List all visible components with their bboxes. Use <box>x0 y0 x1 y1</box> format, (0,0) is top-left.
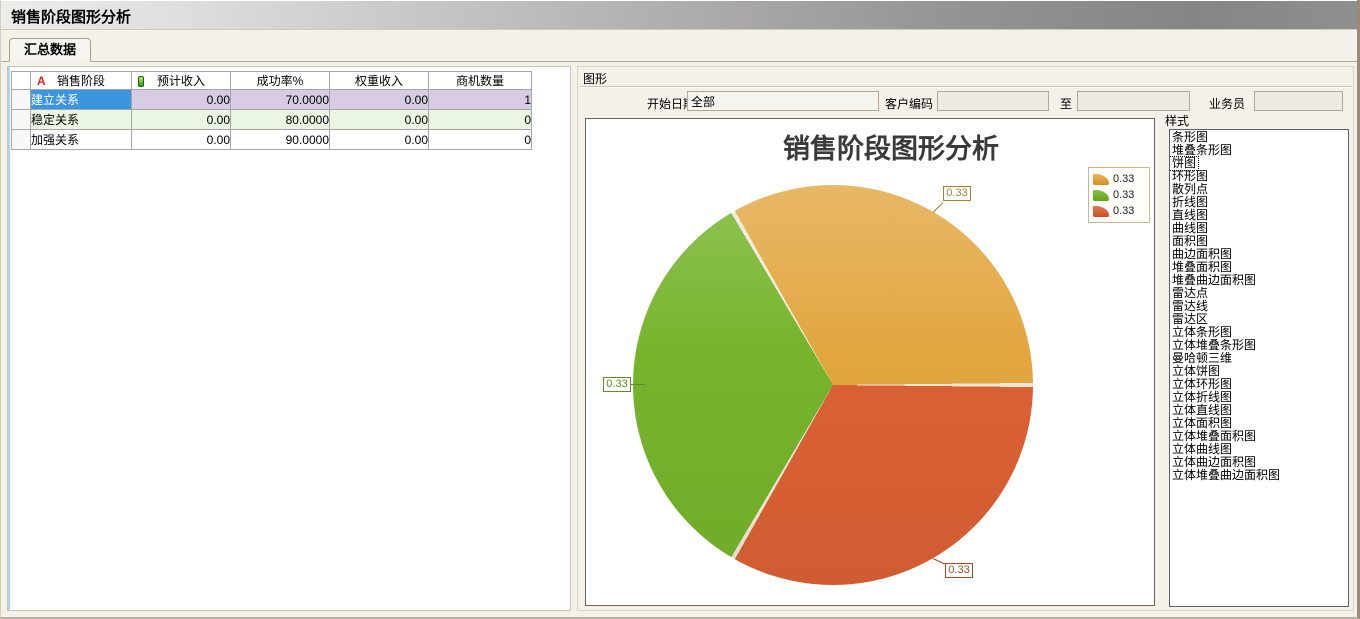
page-title: 销售阶段图形分析 <box>11 6 131 27</box>
table-row[interactable]: 建立关系 0.00 70.0000 0.00 1 <box>12 90 532 110</box>
row-indicator <box>12 90 31 110</box>
cell-stage-selected[interactable]: 建立关系 <box>31 90 132 110</box>
app-window: 销售阶段图形分析 汇总数据 A 销售阶段 预计收入 成功率% 权重收入 <box>0 0 1360 619</box>
column-header-expected[interactable]: 预计收入 <box>132 72 231 90</box>
legend-swatch-icon <box>1093 190 1109 201</box>
pie[interactable] <box>633 185 1033 585</box>
cell-expected[interactable]: 0.00 <box>132 90 231 110</box>
legend-value: 0.33 <box>1113 173 1134 185</box>
text-type-icon: A <box>37 74 46 88</box>
table-header-row: A 销售阶段 预计收入 成功率% 权重收入 商机数量 <box>12 72 532 90</box>
column-header-stage[interactable]: A 销售阶段 <box>31 72 132 90</box>
legend-swatch-icon <box>1093 174 1109 185</box>
sales-stage-table: A 销售阶段 预计收入 成功率% 权重收入 商机数量 <box>11 71 532 150</box>
row-indicator <box>12 110 31 130</box>
column-header-label: 成功率% <box>257 74 304 88</box>
chart-legend: 0.33 0.33 0.33 <box>1088 167 1150 223</box>
legend-value: 0.33 <box>1113 205 1134 217</box>
summary-grid-panel: A 销售阶段 预计收入 成功率% 权重收入 商机数量 <box>7 66 571 611</box>
cell-count[interactable]: 1 <box>429 90 532 110</box>
slice-value-callout: 0.33 <box>603 377 631 392</box>
column-header-label: 权重收入 <box>355 74 403 88</box>
column-header-label: 销售阶段 <box>57 74 105 88</box>
salesman-label: 业务员 <box>1209 95 1245 112</box>
row-indicator <box>12 130 31 150</box>
legend-item: 0.33 <box>1093 203 1145 219</box>
cell-weighted[interactable]: 0.00 <box>330 130 429 150</box>
legend-value: 0.33 <box>1113 189 1134 201</box>
group-separator <box>579 86 1352 88</box>
column-header-success[interactable]: 成功率% <box>231 72 330 90</box>
cell-weighted[interactable]: 0.00 <box>330 110 429 130</box>
cell-stage[interactable]: 稳定关系 <box>31 110 132 130</box>
start-date-input[interactable] <box>687 91 879 111</box>
cell-expected[interactable]: 0.00 <box>132 110 231 130</box>
style-list[interactable]: 条形图堆叠条形图饼图环形图散列点折线图直线图曲线图面积图曲边面积图堆叠面积图堆叠… <box>1169 129 1349 607</box>
cell-success[interactable]: 70.0000 <box>231 90 330 110</box>
legend-item: 0.33 <box>1093 187 1145 203</box>
tab-summary-data[interactable]: 汇总数据 <box>9 38 91 62</box>
to-label: 至 <box>1060 95 1072 112</box>
cell-weighted[interactable]: 0.00 <box>330 90 429 110</box>
column-header-label: 预计收入 <box>157 74 205 88</box>
chart-title: 销售阶段图形分析 <box>606 127 1155 166</box>
graph-group-label: 图形 <box>583 70 607 87</box>
cell-success[interactable]: 80.0000 <box>231 110 330 130</box>
cell-success[interactable]: 90.0000 <box>231 130 330 150</box>
legend-item: 0.33 <box>1093 171 1145 187</box>
graph-group-box: 图形 开始日期 客户编码 至 业务员 销售阶段图形分析 0.33 0.33 0.… <box>577 66 1354 611</box>
column-header-label: 商机数量 <box>456 74 504 88</box>
callout-connector <box>933 202 944 213</box>
cell-count[interactable]: 0 <box>429 130 532 150</box>
tab-strip-divider <box>1 61 1357 62</box>
style-group-label: 样式 <box>1165 112 1189 129</box>
callout-connector <box>933 558 945 564</box>
grid-left-edge <box>8 67 10 610</box>
column-header-weighted[interactable]: 权重收入 <box>330 72 429 90</box>
chart-canvas: 销售阶段图形分析 0.33 0.33 0.33 0.33 0.33 <box>585 118 1155 606</box>
legend-swatch-icon <box>1093 206 1109 217</box>
cell-count[interactable]: 0 <box>429 110 532 130</box>
slice-value-callout: 0.33 <box>943 186 971 201</box>
slice-value-callout: 0.33 <box>945 563 973 578</box>
pie-gloss <box>633 185 1033 585</box>
customer-code-from-input[interactable] <box>937 91 1049 111</box>
title-bar: 销售阶段图形分析 <box>1 0 1357 30</box>
style-option[interactable]: 立体堆叠曲边面积图 <box>1170 469 1282 482</box>
callout-connector <box>630 384 645 385</box>
cell-expected[interactable]: 0.00 <box>132 130 231 150</box>
cell-stage[interactable]: 加强关系 <box>31 130 132 150</box>
row-indicator-header <box>12 72 31 90</box>
numeric-type-icon <box>138 76 144 87</box>
column-header-count[interactable]: 商机数量 <box>429 72 532 90</box>
table-row[interactable]: 稳定关系 0.00 80.0000 0.00 0 <box>12 110 532 130</box>
salesman-input[interactable] <box>1254 91 1343 111</box>
table-row[interactable]: 加强关系 0.00 90.0000 0.00 0 <box>12 130 532 150</box>
customer-code-label: 客户编码 <box>885 95 933 112</box>
customer-code-to-input[interactable] <box>1077 91 1190 111</box>
